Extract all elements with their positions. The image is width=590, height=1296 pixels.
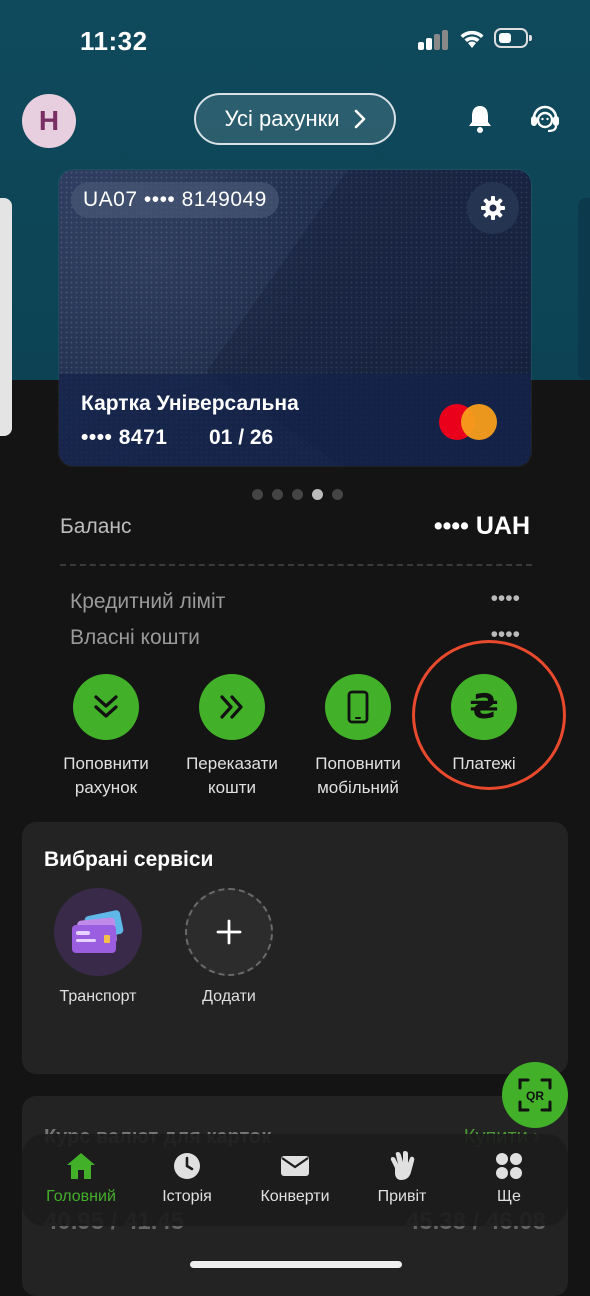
status-bar: 11:32: [0, 0, 590, 80]
battery-icon: [494, 28, 532, 48]
qr-scan-icon: QR: [518, 1078, 552, 1112]
more-grid-icon: [496, 1153, 522, 1179]
tab-label: Конверти: [260, 1188, 330, 1205]
tab-more[interactable]: Ще: [459, 1150, 559, 1206]
previous-card-peek[interactable]: [0, 198, 12, 436]
credit-limit-value: ••••: [490, 587, 520, 610]
action-label: Поповнити: [315, 754, 401, 773]
service-label: Транспорт: [59, 988, 137, 1005]
pager-dot[interactable]: [292, 489, 303, 500]
card-settings-button[interactable]: [467, 182, 519, 234]
status-time: 11:32: [80, 26, 148, 56]
action-label: рахунок: [74, 778, 138, 797]
card-iban[interactable]: UA07 •••• 8149049: [71, 182, 279, 218]
home-indicator[interactable]: [190, 1261, 402, 1268]
wifi-icon: [460, 30, 484, 48]
services-title: Вибрані сервіси: [44, 848, 214, 871]
action-label: кошти: [207, 778, 256, 797]
card-name: Картка Універсальна: [81, 392, 299, 415]
card-expiry: 01 / 26: [209, 426, 274, 449]
divider: [60, 564, 532, 566]
balance-value[interactable]: •••• UAH: [434, 512, 530, 541]
service-label: Додати: [202, 988, 256, 1005]
pager-dot[interactable]: [252, 489, 263, 500]
transport-tickets-icon: [72, 910, 124, 953]
pager-dot[interactable]: [332, 489, 343, 500]
service-transport[interactable]: Транспорт: [43, 888, 153, 1006]
tab-label: Привіт: [377, 1188, 427, 1205]
bell-icon[interactable]: [466, 104, 494, 134]
pager-dot[interactable]: [272, 489, 283, 500]
gear-icon: [481, 196, 505, 220]
balance-label: Баланс: [60, 515, 132, 538]
card-info-panel: Картка Універсальна •••• 8471 01 / 26: [59, 374, 531, 466]
action-label: Поповнити: [63, 754, 149, 773]
credit-limit-label: Кредитний ліміт: [70, 590, 226, 613]
card-number: •••• 8471: [81, 426, 168, 449]
support-chat-icon[interactable]: [528, 102, 562, 134]
double-chevron-down-icon: [94, 695, 118, 718]
card-pager[interactable]: [252, 489, 343, 500]
highlight-circle-annotation: [412, 640, 566, 790]
next-card-peek[interactable]: [578, 198, 590, 380]
tab-envelopes[interactable]: Конверти: [245, 1150, 345, 1206]
svg-text:QR: QR: [526, 1089, 544, 1103]
tab-label: Ще: [497, 1188, 521, 1205]
own-funds-label: Власні кошти: [70, 626, 200, 649]
avatar[interactable]: Н: [22, 94, 76, 148]
clock-icon: [174, 1153, 200, 1179]
home-icon: [67, 1153, 95, 1179]
phone-icon: [347, 690, 369, 724]
tab-history[interactable]: Історія: [137, 1150, 237, 1206]
cellular-signal-icon: [418, 30, 450, 50]
all-accounts-button[interactable]: Усі рахунки: [194, 93, 396, 145]
add-service-button[interactable]: Додати: [174, 888, 284, 1006]
favorite-services-panel: Вибрані сервіси Транспорт Додати: [22, 822, 568, 1074]
top-up-account-button[interactable]: Поповнити рахунок: [41, 674, 171, 800]
double-chevron-right-icon: [220, 695, 243, 719]
pager-dot-active[interactable]: [312, 489, 323, 500]
mastercard-logo: [439, 404, 497, 440]
tab-hello[interactable]: Привіт: [352, 1150, 452, 1206]
transfer-money-button[interactable]: Переказати кошти: [167, 674, 297, 800]
action-label: Переказати: [186, 754, 278, 773]
chevron-right-icon: [354, 109, 365, 129]
all-accounts-label: Усі рахунки: [224, 106, 340, 131]
hand-wave-icon: [390, 1151, 415, 1180]
tab-home[interactable]: Головний: [31, 1150, 131, 1206]
top-up-mobile-button[interactable]: Поповнити мобільний: [293, 674, 423, 800]
tab-label: Головний: [46, 1188, 116, 1205]
plus-icon: [216, 919, 242, 945]
bank-card[interactable]: UA07 •••• 8149049 Картка Універсальна ••…: [59, 170, 531, 466]
action-label: мобільний: [317, 778, 399, 797]
bottom-tab-bar: Головний Історія Конверти Привіт Ще: [22, 1134, 568, 1226]
envelope-icon: [281, 1156, 309, 1176]
qr-scan-button[interactable]: QR: [502, 1062, 568, 1128]
tab-label: Історія: [162, 1188, 212, 1205]
